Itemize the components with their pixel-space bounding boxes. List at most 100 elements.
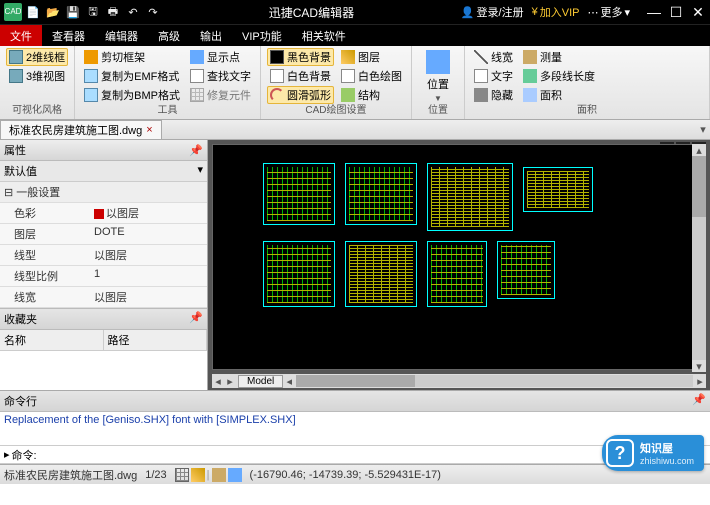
properties-panel: 属性 📌 默认值 ▾ ⊟ 一般设置 色彩以图层 图层DOTE 线型以图层 线型比… [0, 140, 208, 390]
black-bg-icon [270, 50, 284, 64]
btn-hide[interactable]: 隐藏 [471, 86, 516, 104]
btn-find-text[interactable]: 查找文字 [187, 67, 254, 85]
new-icon[interactable]: 📄 [24, 3, 42, 21]
vertical-scrollbar[interactable]: ▴ ▾ [692, 144, 706, 372]
btn-polylength[interactable]: 多段线长度 [520, 67, 598, 85]
btn-text[interactable]: 文字 [471, 67, 516, 85]
layers-icon[interactable] [191, 468, 205, 482]
command-log: Replacement of the [Geniso.SHX] font wit… [0, 412, 710, 446]
btn-repair[interactable]: 修复元件 [187, 86, 254, 104]
label: 白色背景 [287, 68, 331, 84]
prop-section-header[interactable]: ⊟ 一般设置 [0, 182, 207, 203]
btn-linewidth[interactable]: 线宽 [471, 48, 516, 66]
scroll-right-icon[interactable]: ▸ [694, 375, 706, 388]
file-tab[interactable]: 标准农民房建筑施工图.dwg × [0, 120, 162, 139]
prop-row-ltscale[interactable]: 线型比例1 [0, 266, 207, 287]
group-area: 线宽 文字 隐藏 测量 多段线长度 面积 面积 [465, 46, 710, 119]
btn-white-draw[interactable]: 白色绘图 [338, 67, 405, 85]
pin-icon[interactable]: 📌 [692, 393, 706, 409]
print-icon[interactable]: 🖶 [104, 3, 122, 21]
scroll-track[interactable] [692, 156, 706, 360]
tab-related[interactable]: 相关软件 [292, 25, 356, 46]
tab-advanced[interactable]: 高级 [148, 25, 190, 46]
prompt-label: 命令: [12, 447, 37, 463]
undo-icon[interactable]: ↶ [124, 3, 142, 21]
tab-output[interactable]: 输出 [190, 25, 232, 46]
minimize-button[interactable]: — [646, 4, 662, 21]
pin-icon[interactable]: 📌 [189, 144, 203, 157]
btn-structure[interactable]: 结构 [338, 86, 405, 104]
btn-black-bg[interactable]: 黑色背景 [267, 48, 334, 66]
login-button[interactable]: 👤登录/注册 [461, 4, 524, 20]
more-button[interactable]: ⋯更多▾ [587, 4, 630, 20]
quick-access-toolbar: 📄 📂 💾 🖫 🖶 ↶ ↷ [24, 3, 162, 21]
yen-icon: ¥ [532, 6, 538, 18]
entity-icon[interactable] [175, 468, 189, 482]
close-button[interactable]: ✕ [690, 4, 706, 21]
status-tools: | [175, 468, 242, 482]
save-icon[interactable]: 💾 [64, 3, 82, 21]
pin-icon[interactable]: 📌 [189, 311, 203, 327]
btn-copy-emf[interactable]: 复制为EMF格式 [81, 67, 183, 85]
default-row[interactable]: 默认值 ▾ [0, 161, 207, 182]
group-label: 工具 [81, 104, 254, 118]
btn-measure[interactable]: 测量 [520, 48, 598, 66]
tab-viewer[interactable]: 查看器 [42, 25, 95, 46]
fav-title: 收藏夹 [4, 311, 37, 327]
tab-vip[interactable]: VIP功能 [232, 25, 292, 46]
canvas-area: — ☐ × ▴ ▾ ◂ ▸ Model ◂ ▸ [208, 140, 710, 390]
scroll-track[interactable] [296, 375, 693, 387]
tab-next-icon[interactable]: ▸ [224, 375, 236, 388]
scroll-thumb[interactable] [296, 375, 415, 387]
saveall-icon[interactable]: 🖫 [84, 3, 102, 21]
label: 剪切框架 [101, 49, 145, 65]
tab-file[interactable]: 文件 [0, 25, 42, 46]
col-name[interactable]: 名称 [0, 330, 104, 350]
scroll-thumb[interactable] [692, 156, 706, 217]
drawing-canvas[interactable] [212, 144, 706, 370]
layer-icon [341, 50, 355, 64]
vip-button[interactable]: ¥加入VIP [532, 4, 580, 20]
scroll-up-icon[interactable]: ▴ [692, 144, 706, 156]
panel-title: 属性 [4, 142, 26, 158]
label: 结构 [358, 87, 380, 103]
drawing-thumb [427, 241, 487, 307]
chevron-down-icon: ▾ [624, 6, 630, 19]
label: 查找文字 [207, 68, 251, 84]
close-tab-icon[interactable]: × [146, 124, 152, 136]
prop-row-color[interactable]: 色彩以图层 [0, 203, 207, 224]
tab-prev-icon[interactable]: ◂ [212, 375, 224, 388]
title-bar: CAD 📄 📂 💾 🖫 🖶 ↶ ↷ 迅捷CAD编辑器 👤登录/注册 ¥加入VIP… [0, 0, 710, 24]
ribbon-tabs: 文件 查看器 编辑器 高级 输出 VIP功能 相关软件 [0, 24, 710, 46]
btn-layer[interactable]: 图层 [338, 48, 405, 66]
btn-3d-view[interactable]: 3维视图 [6, 67, 68, 85]
btn-area[interactable]: 面积 [520, 86, 598, 104]
open-icon[interactable]: 📂 [44, 3, 62, 21]
tab-editor[interactable]: 编辑器 [95, 25, 148, 46]
scroll-down-icon[interactable]: ▾ [692, 360, 706, 372]
col-path[interactable]: 路径 [104, 330, 208, 350]
prompt-icon: ▸ [4, 448, 10, 461]
prop-row-layer[interactable]: 图层DOTE [0, 224, 207, 245]
btn-smooth-arc[interactable]: 圆滑弧形 [267, 86, 334, 104]
group-visual-style: 2维线框 3维视图 可视化风格 [0, 46, 75, 119]
model-tab[interactable]: Model [238, 375, 283, 388]
maximize-button[interactable]: ☐ [668, 4, 684, 21]
linewidth-icon [474, 50, 488, 64]
label: 多段线长度 [540, 68, 595, 84]
btn-copy-bmp[interactable]: 复制为BMP格式 [81, 86, 183, 104]
prop-row-lineweight[interactable]: 线宽以图层 [0, 287, 207, 308]
label: 隐藏 [491, 87, 513, 103]
polyline-icon [523, 69, 537, 83]
btn-cut-frame[interactable]: 剪切框架 [81, 48, 183, 66]
btn-white-bg[interactable]: 白色背景 [267, 67, 334, 85]
tab-dropdown-icon[interactable]: ▾ [696, 123, 710, 136]
redo-icon[interactable]: ↷ [144, 3, 162, 21]
scroll-left-icon[interactable]: ◂ [283, 375, 295, 388]
coord-icon[interactable] [228, 468, 242, 482]
prop-row-linetype[interactable]: 线型以图层 [0, 245, 207, 266]
ruler-icon[interactable] [212, 468, 226, 482]
btn-position[interactable]: 位置 ▼ [418, 48, 458, 104]
btn-2d-wireframe[interactable]: 2维线框 [6, 48, 68, 66]
btn-show-point[interactable]: 显示点 [187, 48, 254, 66]
